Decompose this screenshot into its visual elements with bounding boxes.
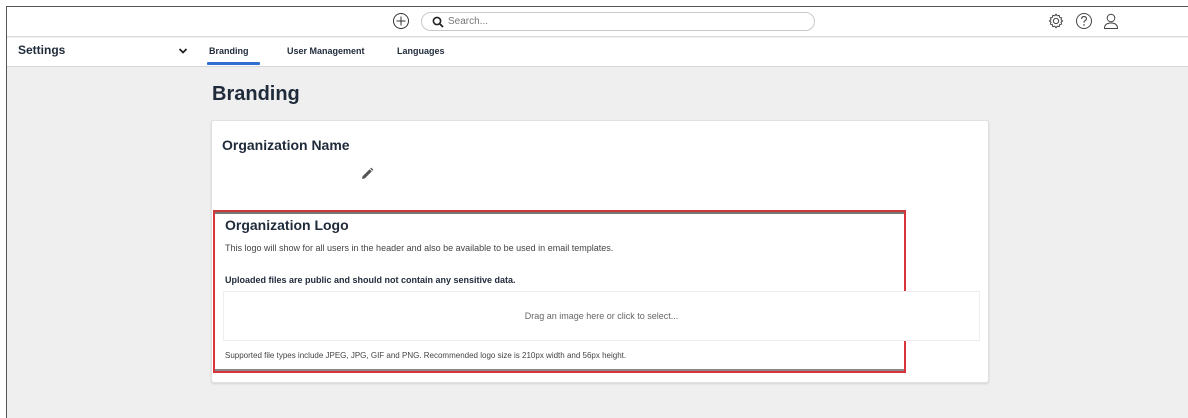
- branding-card: Organization Name Organization Logo This…: [211, 120, 989, 383]
- app-frame: ••• Settings Branding User Management La…: [6, 6, 1188, 418]
- tab-branding[interactable]: Branding: [209, 46, 249, 56]
- user-icon[interactable]: [1102, 12, 1120, 30]
- top-bar: •••: [7, 7, 1188, 37]
- tab-user-management[interactable]: User Management: [287, 46, 365, 56]
- active-tab-indicator: [207, 62, 260, 65]
- organization-name-heading: Organization Name: [222, 137, 350, 153]
- dropzone-text: Drag an image here or click to select...: [524, 311, 679, 321]
- logo-dropzone[interactable]: Drag an image here or click to select...: [223, 291, 980, 341]
- logo-warning: Uploaded files are public and should not…: [225, 275, 516, 285]
- pencil-icon[interactable]: [360, 167, 374, 181]
- settings-nav-bar: Settings Branding User Management Langua…: [7, 38, 1188, 67]
- settings-menu-title[interactable]: Settings: [18, 43, 65, 57]
- section-bottom-edge: [215, 369, 904, 371]
- page-title: Branding: [212, 83, 300, 105]
- help-icon[interactable]: [1075, 12, 1093, 30]
- search-icon: [432, 16, 444, 28]
- plus-circle-icon[interactable]: [392, 12, 410, 30]
- logo-description: This logo will show for all users in the…: [225, 243, 614, 253]
- search-input[interactable]: [448, 14, 748, 29]
- search-box[interactable]: •••: [421, 12, 815, 31]
- chevron-down-icon[interactable]: [178, 47, 188, 55]
- gear-icon[interactable]: [1047, 12, 1065, 30]
- supported-file-types: Supported file types include JPEG, JPG, …: [225, 351, 627, 360]
- organization-logo-heading: Organization Logo: [225, 217, 349, 233]
- tab-languages[interactable]: Languages: [397, 46, 445, 56]
- organization-logo-section: Organization Logo This logo will show fo…: [213, 210, 980, 373]
